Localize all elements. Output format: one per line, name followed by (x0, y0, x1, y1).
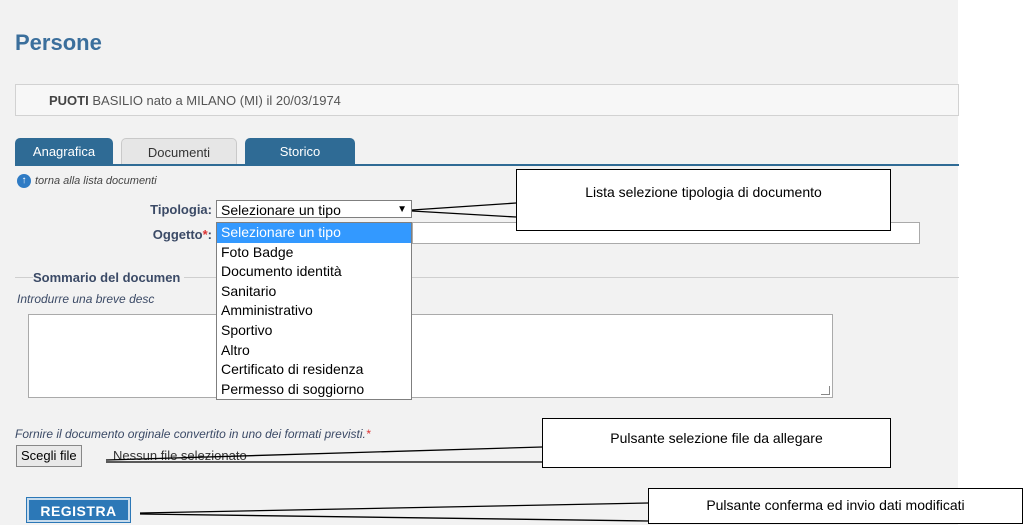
callout-submit: Pulsante conferma ed invio dati modifica… (648, 488, 1023, 524)
callout-tipologia: Lista selezione tipologia di documento (516, 169, 891, 231)
callout-file: Pulsante selezione file da allegare (542, 418, 891, 468)
